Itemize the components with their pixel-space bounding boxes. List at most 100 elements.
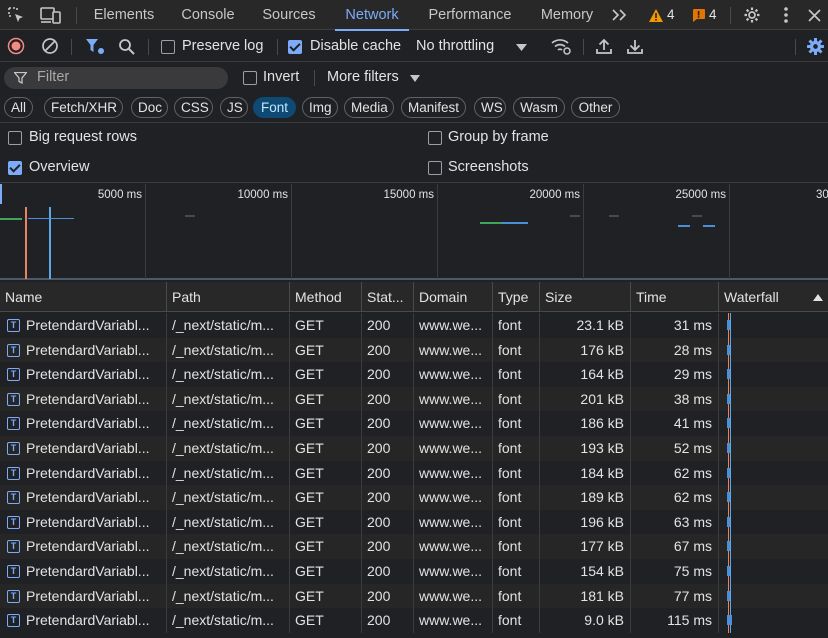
- big-request-rows-label[interactable]: Big request rows: [29, 129, 137, 145]
- tab-memory[interactable]: Memory: [534, 0, 600, 30]
- issue-count[interactable]: 4: [709, 6, 717, 24]
- more-filters-dropdown[interactable]: More filters: [327, 69, 399, 85]
- filter-pill-other[interactable]: Other: [571, 97, 620, 118]
- chevron-down-icon[interactable]: [409, 73, 421, 83]
- request-row[interactable]: T PretendardVariabl.../_next/static/m... G…: [0, 559, 828, 584]
- screenshots-checkbox[interactable]: [428, 161, 442, 175]
- stop-recording-icon[interactable]: [6, 36, 26, 56]
- cell-waterfall: [719, 436, 828, 461]
- tab-console[interactable]: Console: [176, 0, 240, 30]
- big-request-rows-checkbox[interactable]: [8, 131, 22, 145]
- close-icon[interactable]: [804, 5, 824, 25]
- issue-icon[interactable]: [690, 7, 706, 23]
- filter-pill-all[interactable]: All: [4, 97, 33, 118]
- overview-grid-line: [145, 184, 146, 279]
- inspect-element-icon[interactable]: [6, 5, 26, 25]
- filter-pill-js[interactable]: JS: [220, 97, 248, 118]
- column-header-path[interactable]: Path: [167, 282, 290, 312]
- cell-status: 200: [362, 608, 414, 633]
- filter-input[interactable]: Filter: [4, 67, 228, 89]
- filter-pill-media[interactable]: Media: [344, 97, 394, 118]
- network-conditions-icon[interactable]: [550, 36, 572, 56]
- request-row[interactable]: T PretendardVariabl.../_next/static/m... G…: [0, 386, 828, 412]
- tab-sources[interactable]: Sources: [256, 0, 322, 30]
- chevron-down-icon[interactable]: [514, 41, 528, 53]
- waterfall-bar: [727, 492, 730, 503]
- warning-icon[interactable]: [648, 7, 664, 23]
- request-row[interactable]: T PretendardVariabl.../_next/static/m... G…: [0, 509, 828, 535]
- network-overview-timeline[interactable]: 5000 ms 10000 ms 15000 ms 20000 ms 25000…: [0, 184, 828, 280]
- cell-method: GET: [290, 362, 362, 387]
- column-header-time[interactable]: Time: [631, 282, 719, 312]
- filter-pill-css[interactable]: CSS: [174, 97, 213, 118]
- cell-name: PretendardVariabl...: [0, 460, 167, 486]
- waterfall-marker-line: [730, 509, 731, 535]
- filter-pill-img[interactable]: Img: [302, 97, 338, 118]
- cell-type: font: [493, 583, 540, 609]
- request-row[interactable]: T PretendardVariabl.../_next/static/m... G…: [0, 313, 828, 338]
- filter-pill-ws[interactable]: WS: [474, 97, 506, 118]
- waterfall-marker-line: [730, 559, 731, 584]
- request-row[interactable]: T PretendardVariabl.../_next/static/m... G…: [0, 460, 828, 486]
- network-settings-gear-icon[interactable]: [804, 36, 826, 56]
- column-header-status[interactable]: Stat...: [362, 282, 414, 312]
- preserve-log-checkbox[interactable]: [161, 40, 175, 54]
- cell-method: GET: [290, 583, 362, 609]
- import-har-icon[interactable]: [594, 36, 614, 56]
- overview-grid-line: [437, 184, 438, 279]
- group-by-frame-checkbox[interactable]: [428, 131, 442, 145]
- requests-table: Name Path Method Stat... Domain Type Siz…: [0, 282, 828, 638]
- export-har-icon[interactable]: [625, 36, 645, 56]
- tab-elements[interactable]: Elements: [86, 0, 162, 30]
- column-header-domain[interactable]: Domain: [414, 282, 493, 312]
- column-header-method[interactable]: Method: [290, 282, 362, 312]
- request-row[interactable]: T PretendardVariabl.../_next/static/m... G…: [0, 337, 828, 363]
- request-row[interactable]: T PretendardVariabl.../_next/static/m... G…: [0, 411, 828, 436]
- request-row[interactable]: T PretendardVariabl.../_next/static/m... G…: [0, 534, 828, 559]
- clear-log-icon[interactable]: [40, 36, 60, 56]
- waterfall-marker-line: [730, 485, 731, 510]
- cell-size: 154 kB: [540, 559, 631, 584]
- more-tabs-chevron-icon[interactable]: [608, 5, 632, 25]
- device-toolbar-icon[interactable]: [40, 5, 62, 25]
- filter-pill-manifest[interactable]: Manifest: [401, 97, 466, 118]
- cell-type: font: [493, 509, 540, 535]
- filter-funnel-icon[interactable]: [84, 36, 106, 56]
- settings-gear-icon[interactable]: [742, 5, 762, 25]
- request-row[interactable]: T PretendardVariabl.../_next/static/m... G…: [0, 362, 828, 387]
- filter-pill-wasm[interactable]: Wasm: [513, 97, 565, 118]
- overview-tick-label: 5000 ms: [97, 189, 142, 201]
- disable-cache-checkbox[interactable]: [288, 40, 302, 54]
- overview-selection-handle[interactable]: [0, 184, 2, 204]
- more-options-icon[interactable]: [776, 5, 796, 25]
- request-row[interactable]: T PretendardVariabl.../_next/static/m... G…: [0, 583, 828, 609]
- request-row[interactable]: T PretendardVariabl.../_next/static/m... G…: [0, 436, 828, 461]
- column-header-size[interactable]: Size: [540, 282, 631, 312]
- screenshots-label[interactable]: Screenshots: [448, 159, 529, 175]
- invert-label[interactable]: Invert: [263, 69, 299, 85]
- cell-time: 115 ms: [631, 608, 719, 633]
- column-header-name[interactable]: Name: [0, 282, 167, 312]
- cell-time: 62 ms: [631, 485, 719, 510]
- disable-cache-label[interactable]: Disable cache: [310, 38, 401, 54]
- search-icon[interactable]: [116, 36, 136, 56]
- sort-ascending-icon[interactable]: [812, 292, 824, 302]
- toolbar-divider: [277, 39, 278, 55]
- request-row[interactable]: T PretendardVariabl.../_next/static/m... G…: [0, 485, 828, 510]
- filter-pill-doc[interactable]: Doc: [131, 97, 168, 118]
- overview-checkbox[interactable]: [8, 161, 22, 175]
- preserve-log-label[interactable]: Preserve log: [182, 38, 263, 54]
- cell-path: /_next/static/m...: [167, 559, 290, 584]
- filter-pill-fetch-xhr[interactable]: Fetch/XHR: [44, 97, 123, 118]
- overview-label[interactable]: Overview: [29, 159, 89, 175]
- throttling-select[interactable]: No throttling: [416, 38, 494, 54]
- column-header-type[interactable]: Type: [493, 282, 540, 312]
- tab-performance[interactable]: Performance: [422, 0, 518, 30]
- cell-waterfall: [719, 509, 828, 535]
- group-by-frame-label[interactable]: Group by frame: [448, 129, 549, 145]
- warning-count[interactable]: 4: [667, 6, 675, 24]
- tab-network[interactable]: Network: [335, 0, 409, 31]
- invert-checkbox[interactable]: [243, 71, 257, 85]
- filter-pill-font[interactable]: Font: [253, 97, 296, 118]
- request-row[interactable]: T PretendardVariabl.../_next/static/m... G…: [0, 608, 828, 633]
